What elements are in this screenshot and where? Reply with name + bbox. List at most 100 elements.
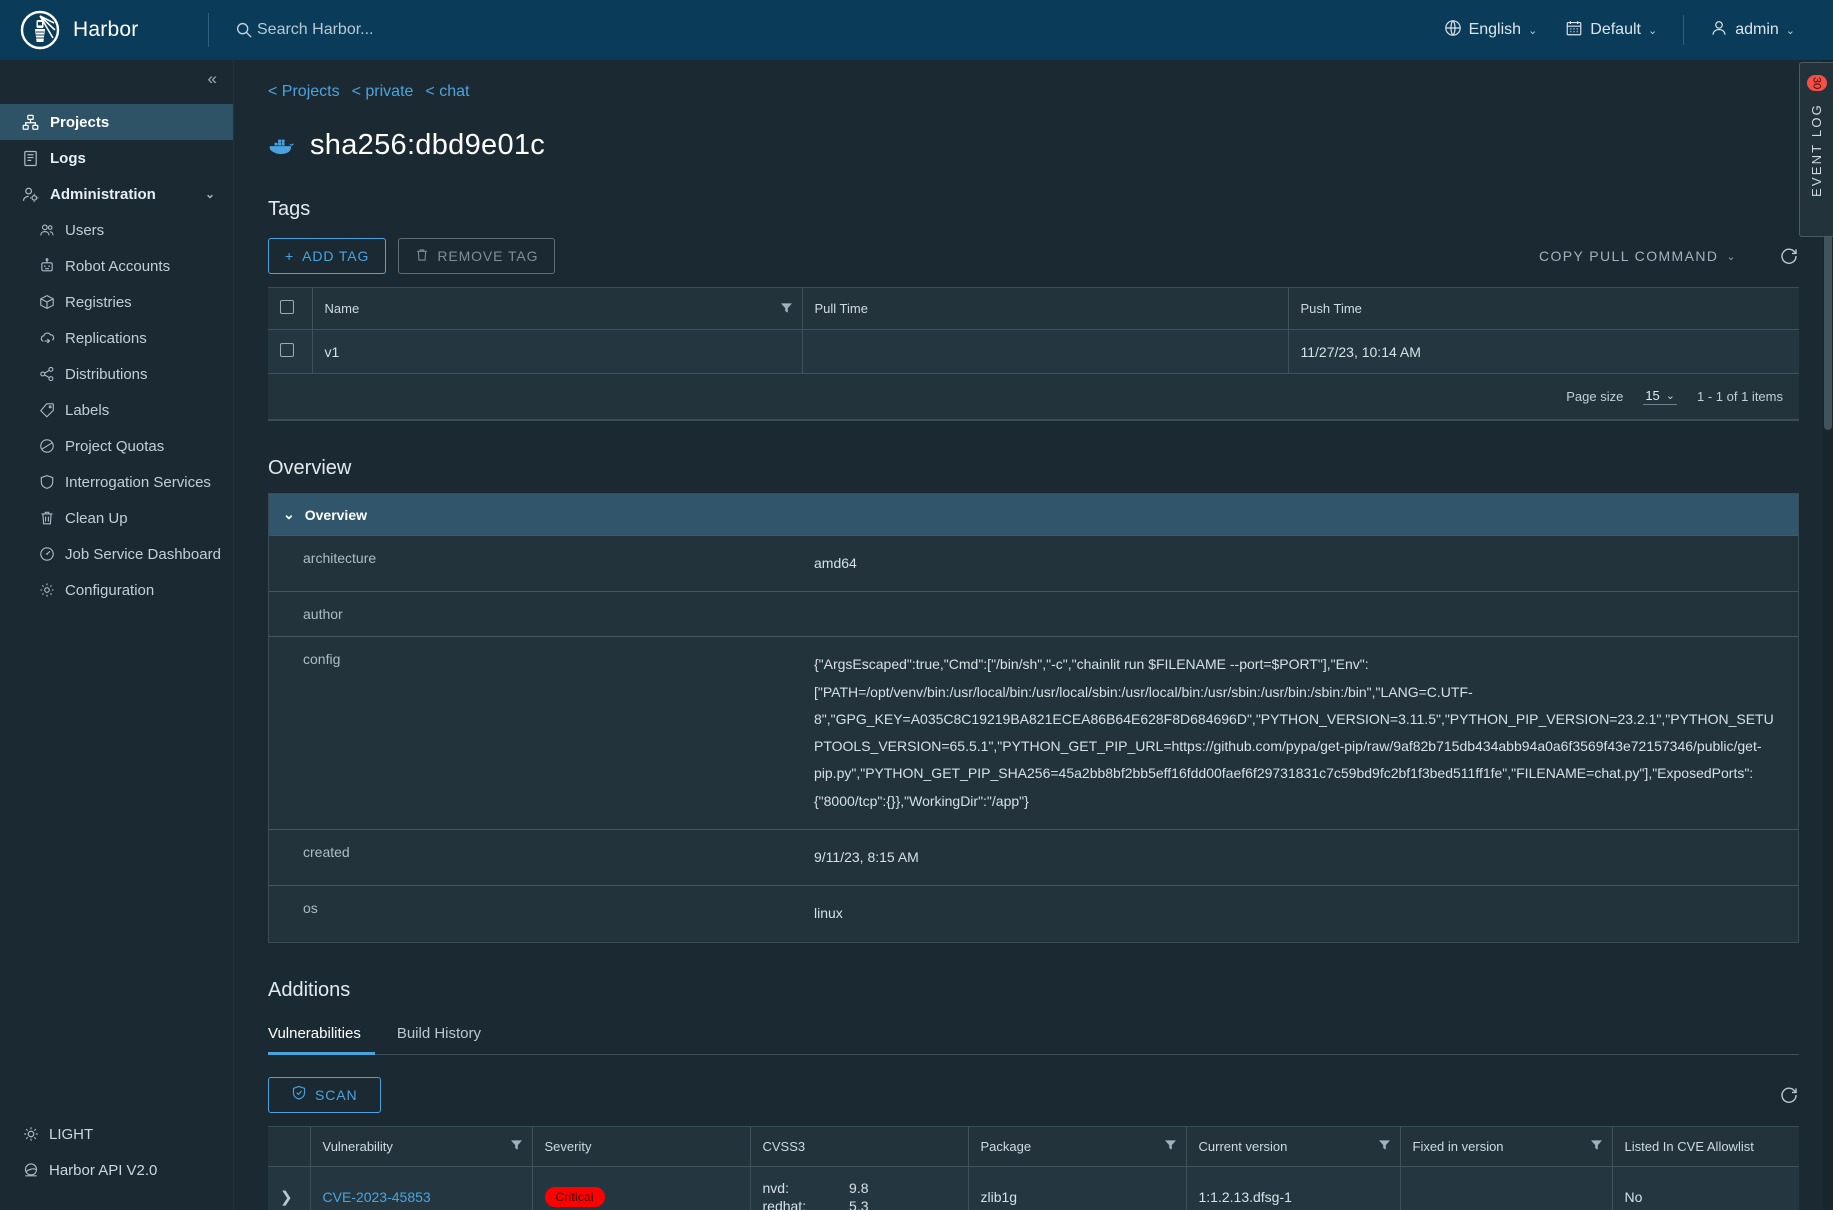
sidebar-item-robot-accounts[interactable]: Robot Accounts [0, 248, 233, 284]
column-label: Vulnerability [322, 1138, 393, 1154]
filter-icon[interactable] [1590, 1139, 1602, 1154]
overview-row-os: os linux [269, 885, 1798, 942]
page-size-select[interactable]: 15 ⌄ [1643, 388, 1678, 405]
vuln-col-expand [268, 1126, 310, 1167]
row-checkbox[interactable] [280, 343, 294, 357]
language-selector[interactable]: English ⌄ [1430, 0, 1552, 60]
label-tag-icon [38, 402, 55, 419]
sidebar-item-administration[interactable]: Administration ⌄ [0, 176, 233, 212]
language-label: English [1468, 21, 1522, 38]
vuln-col-severity: Severity [531, 1126, 750, 1167]
sidebar-item-label: Interrogation Services [65, 473, 211, 491]
theme-toggle-light[interactable]: LIGHT [0, 1116, 233, 1152]
header-right: English ⌄ Default ⌄ admin ⌄ [1430, 0, 1833, 60]
vuln-col-fixed-in-version: Fixed in version [1399, 1126, 1612, 1167]
sidebar-item-label: Administration [50, 185, 156, 203]
tab-build-history[interactable]: Build History [397, 1016, 495, 1055]
sidebar-item-projects[interactable]: Projects [0, 104, 233, 140]
overview-accordion: ⌄ Overview architecture amd64 author con… [268, 493, 1799, 943]
select-all-checkbox[interactable] [280, 300, 294, 314]
search-input[interactable] [257, 21, 597, 39]
chevron-down-icon: ⌄ [1726, 250, 1737, 263]
overview-accordion-header[interactable]: ⌄ Overview [269, 494, 1798, 535]
sidebar-item-configuration[interactable]: Configuration [0, 572, 233, 608]
vulnerability-cell[interactable]: CVE-2023-45853 [309, 1166, 532, 1210]
chevron-down-icon: ⌄ [1785, 24, 1795, 37]
filter-icon[interactable] [510, 1139, 522, 1154]
overview-value: 9/11/23, 8:15 AM [814, 849, 919, 866]
sidebar-item-registries[interactable]: Registries [0, 284, 233, 320]
event-log-tab[interactable]: 30 EVENT LOG [1799, 62, 1833, 237]
overview-accordion-label: Overview [304, 506, 367, 523]
filter-icon[interactable] [780, 301, 792, 316]
cvss3-cell: nvd: 9.8 redhat: 5.3 [749, 1166, 968, 1210]
column-label: Current version [1198, 1138, 1288, 1154]
refresh-icon[interactable] [1779, 246, 1799, 266]
sidebar-item-labels[interactable]: Labels [0, 392, 233, 428]
shield-check-icon [291, 1085, 307, 1104]
sidebar-collapse-row: « [0, 60, 233, 98]
search-area[interactable] [235, 21, 597, 39]
refresh-icon[interactable] [1779, 1085, 1799, 1105]
project-scope-label: Default [1590, 21, 1641, 38]
event-log-count-badge: 30 [1806, 75, 1827, 92]
sidebar-item-label: Job Service Dashboard [65, 545, 221, 563]
remove-tag-button[interactable]: REMOVE TAG [398, 238, 556, 274]
chevron-right-icon[interactable]: ❯ [280, 1189, 293, 1206]
table-row[interactable]: v1 11/27/23, 10:14 AM [268, 329, 1799, 374]
overview-key: created [303, 844, 350, 861]
vuln-table-header-row: Vulnerability Severity CVSS3 Package Cur… [268, 1126, 1799, 1167]
expand-cell[interactable]: ❯ [268, 1166, 310, 1210]
sidebar-item-distributions[interactable]: Distributions [0, 356, 233, 392]
overview-value: linux [814, 905, 843, 922]
vuln-col-current-version: Current version [1185, 1126, 1400, 1167]
add-tag-button[interactable]: + ADD TAG [268, 238, 387, 274]
shield-icon [38, 474, 55, 491]
copy-pull-command-button[interactable]: COPY PULL COMMAND ⌄ [1523, 238, 1753, 274]
breadcrumb-projects[interactable]: < Projects [268, 83, 340, 101]
user-menu[interactable]: admin ⌄ [1696, 0, 1809, 60]
chevron-down-icon[interactable]: ⌄ [205, 187, 215, 201]
brand-name: Harbor [73, 18, 139, 41]
chevron-down-icon: ⌄ [1647, 24, 1658, 37]
cvss-source: nvd: [762, 1179, 789, 1196]
top-header: Harbor English ⌄ [0, 0, 1833, 60]
globe-icon [1444, 19, 1462, 42]
sidebar-item-interrogation-services[interactable]: Interrogation Services [0, 464, 233, 500]
main-content: < Projects < private < chat sha256:dbd9e… [234, 60, 1833, 1210]
brand[interactable]: Harbor [0, 10, 208, 50]
header-divider [208, 13, 209, 47]
logs-icon [22, 150, 39, 167]
table-row[interactable]: ❯ CVE-2023-45853 Critical nvd: 9.8 redha… [268, 1166, 1799, 1210]
overview-key: config [303, 651, 341, 668]
tags-heading: Tags [268, 198, 311, 220]
breadcrumb-chat[interactable]: < chat [425, 83, 469, 101]
tab-vulnerabilities[interactable]: Vulnerabilities [268, 1016, 375, 1055]
column-label: Listed In CVE Allowlist [1624, 1138, 1754, 1154]
overview-row-config: config {"ArgsEscaped":true,"Cmd":["/bin/… [269, 636, 1798, 830]
sidebar-item-users[interactable]: Users [0, 212, 233, 248]
cvss-scores: nvd: 9.8 redhat: 5.3 [763, 1180, 956, 1210]
select-all-header [268, 288, 312, 330]
scan-button[interactable]: SCAN [268, 1076, 381, 1113]
harbor-api-link[interactable]: Harbor API V2.0 [0, 1152, 233, 1188]
project-scope-selector[interactable]: Default ⌄ [1551, 0, 1671, 60]
breadcrumb-private[interactable]: < private [352, 83, 414, 101]
api-icon [22, 1162, 39, 1179]
overview-value: {"ArgsEscaped":true,"Cmd":["/bin/sh","-c… [814, 656, 1774, 809]
collapse-sidebar-icon[interactable]: « [208, 69, 218, 89]
filter-icon[interactable] [1378, 1139, 1390, 1154]
sidebar-item-clean-up[interactable]: Clean Up [0, 500, 233, 536]
sidebar-item-logs[interactable]: Logs [0, 140, 233, 176]
tag-pull-time-cell [801, 329, 1288, 374]
sidebar-item-label: Labels [65, 401, 110, 419]
column-label: Name [324, 301, 360, 316]
sidebar-item-label: Distributions [65, 365, 148, 383]
filter-icon[interactable] [1164, 1139, 1176, 1154]
severity-cell: Critical [531, 1166, 750, 1210]
cve-link[interactable]: CVE-2023-45853 [323, 1189, 431, 1205]
sidebar-item-project-quotas[interactable]: Project Quotas [0, 428, 233, 464]
robot-icon [38, 258, 55, 275]
sidebar-item-replications[interactable]: Replications [0, 320, 233, 356]
sidebar-item-job-service-dashboard[interactable]: Job Service Dashboard [0, 536, 233, 572]
